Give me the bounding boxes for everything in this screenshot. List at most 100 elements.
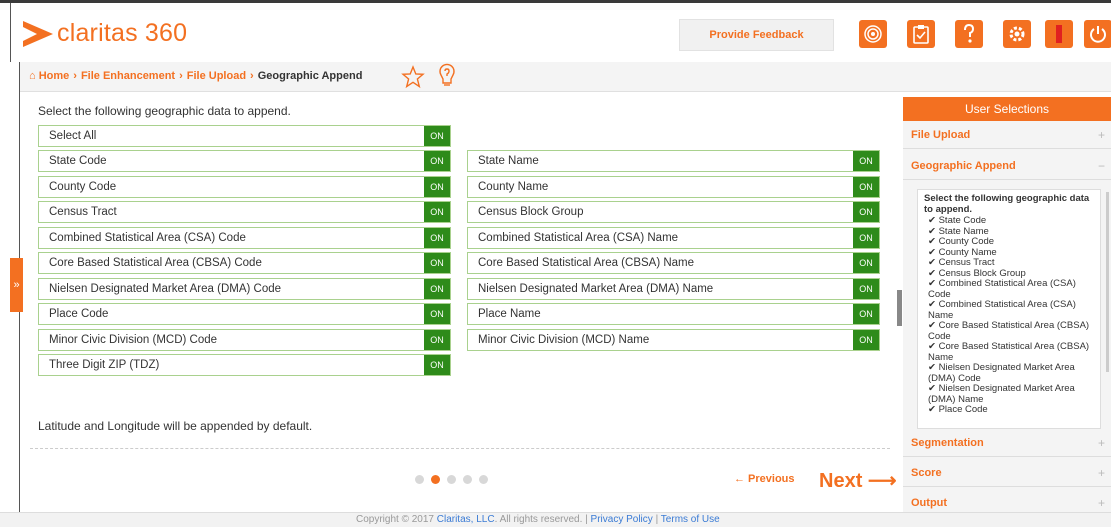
on-switch[interactable]: ON	[853, 202, 879, 222]
on-switch[interactable]: ON	[424, 228, 450, 248]
option-label: Census Tract	[49, 206, 117, 218]
option-dma-code[interactable]: Nielsen Designated Market Area (DMA) Cod…	[38, 278, 451, 300]
step-dot[interactable]	[415, 475, 424, 484]
on-switch[interactable]: ON	[424, 151, 450, 171]
breadcrumb-bar: ⌂ Home › File Enhancement › File Upload …	[19, 62, 1111, 92]
option-place-name[interactable]: Place Name ON	[467, 303, 880, 325]
option-cbsa-name[interactable]: Core Based Statistical Area (CBSA) Name …	[467, 252, 880, 274]
selection-item: ✔ State Code	[928, 215, 987, 226]
on-switch[interactable]: ON	[853, 330, 879, 350]
option-label: Combined Statistical Area (CSA) Code	[49, 232, 246, 244]
option-label: Place Code	[49, 308, 109, 320]
section-label: Segmentation	[911, 436, 984, 449]
on-switch[interactable]: ON	[853, 304, 879, 324]
step-dot-active[interactable]	[431, 475, 440, 484]
power-icon[interactable]	[1084, 20, 1111, 48]
select-all-toggle[interactable]: Select All ON	[38, 125, 451, 147]
selection-item: ✔ Nielsen Designated Market Area (DMA) N…	[928, 383, 1075, 405]
selection-item: ✔ Nielsen Designated Market Area (DMA) C…	[928, 362, 1075, 384]
on-switch[interactable]: ON	[853, 279, 879, 299]
option-label: Place Name	[478, 308, 541, 320]
breadcrumb-home[interactable]: ⌂ Home	[29, 70, 69, 82]
breadcrumb-separator: ›	[250, 70, 254, 82]
option-tdz[interactable]: Three Digit ZIP (TDZ) ON	[38, 354, 451, 376]
section-score[interactable]: Score +	[903, 459, 1111, 487]
on-switch[interactable]: ON	[853, 253, 879, 273]
option-state-code[interactable]: State Code ON	[38, 150, 451, 172]
on-switch[interactable]: ON	[853, 177, 879, 197]
option-county-name[interactable]: County Name ON	[467, 176, 880, 198]
option-mcd-code[interactable]: Minor Civic Division (MCD) Code ON	[38, 329, 451, 351]
copyright: Copyright © 2017	[356, 514, 434, 525]
on-switch[interactable]: ON	[424, 330, 450, 350]
logo-mark-icon	[23, 20, 55, 47]
gear-icon[interactable]	[1003, 20, 1031, 48]
step-dot[interactable]	[463, 475, 472, 484]
logo-text: claritas 360	[57, 19, 188, 47]
on-switch[interactable]: ON	[424, 202, 450, 222]
previous-button[interactable]: ← Previous	[734, 473, 795, 485]
on-switch[interactable]: ON	[853, 228, 879, 248]
help-icon[interactable]	[955, 20, 983, 48]
home-icon: ⌂	[29, 70, 36, 82]
breadcrumb-file-upload[interactable]: File Upload	[187, 70, 246, 82]
section-geographic-append[interactable]: Geographic Append −	[903, 152, 1111, 180]
provide-feedback-button[interactable]: Provide Feedback	[679, 19, 834, 51]
expand-icon: +	[1097, 465, 1105, 480]
favorite-star-icon[interactable]	[401, 65, 425, 94]
selection-item: ✔ Place Code	[928, 404, 988, 415]
on-switch[interactable]: ON	[424, 355, 450, 375]
selection-scrollbar[interactable]	[1106, 192, 1109, 372]
company-link[interactable]: Claritas, LLC	[437, 514, 495, 525]
divider	[30, 448, 890, 449]
option-label: Combined Statistical Area (CSA) Name	[478, 232, 679, 244]
clipboard-icon[interactable]	[907, 20, 935, 48]
selection-item: ✔ Core Based Statistical Area (CBSA) Nam…	[928, 341, 1090, 363]
help-bulb-icon[interactable]	[435, 63, 459, 94]
target-icon[interactable]	[859, 20, 887, 48]
option-label: Census Block Group	[478, 206, 584, 218]
user-selections-panel: User Selections File Upload + Geographic…	[903, 97, 1111, 517]
option-dma-name[interactable]: Nielsen Designated Market Area (DMA) Nam…	[467, 278, 880, 300]
form-intro: Select the following geographic data to …	[38, 104, 291, 118]
privacy-policy-link[interactable]: Privacy Policy	[591, 514, 653, 525]
option-label: County Code	[49, 181, 117, 193]
option-csa-code[interactable]: Combined Statistical Area (CSA) Code ON	[38, 227, 451, 249]
alert-icon[interactable]	[1045, 20, 1073, 48]
expand-icon: +	[1097, 435, 1105, 450]
breadcrumb-separator: ›	[73, 70, 77, 82]
logo[interactable]: claritas 360	[23, 19, 187, 48]
next-button[interactable]: Next ⟶	[819, 468, 897, 493]
option-census-tract[interactable]: Census Tract ON	[38, 201, 451, 223]
terms-of-use-link[interactable]: Terms of Use	[661, 514, 720, 525]
option-label: Three Digit ZIP (TDZ)	[49, 359, 160, 371]
section-label: Geographic Append	[911, 159, 1016, 172]
step-dot[interactable]	[479, 475, 488, 484]
breadcrumb-file-enhancement[interactable]: File Enhancement	[81, 70, 175, 82]
breadcrumb-separator: ›	[179, 70, 183, 82]
selection-item: ✔ County Code	[928, 236, 995, 247]
option-county-code[interactable]: County Code ON	[38, 176, 451, 198]
option-census-block-group[interactable]: Census Block Group ON	[467, 201, 880, 223]
breadcrumb-current: Geographic Append	[257, 70, 363, 82]
option-csa-name[interactable]: Combined Statistical Area (CSA) Name ON	[467, 227, 880, 249]
option-state-name[interactable]: State Name ON	[467, 150, 880, 172]
footer-separator: |	[655, 514, 659, 525]
on-switch[interactable]: ON	[424, 279, 450, 299]
section-file-upload[interactable]: File Upload +	[903, 121, 1111, 149]
on-switch[interactable]: ON	[424, 304, 450, 324]
collapse-icon: −	[1097, 158, 1105, 173]
section-segmentation[interactable]: Segmentation +	[903, 429, 1111, 457]
expand-left-panel-icon[interactable]: »	[10, 258, 23, 312]
on-switch[interactable]: ON	[853, 151, 879, 171]
user-selections-title: User Selections	[903, 97, 1111, 121]
on-switch[interactable]: ON	[424, 177, 450, 197]
option-mcd-name[interactable]: Minor Civic Division (MCD) Name ON	[467, 329, 880, 351]
step-dot[interactable]	[447, 475, 456, 484]
option-label: Minor Civic Division (MCD) Code	[49, 334, 218, 346]
on-switch[interactable]: ON	[424, 253, 450, 273]
option-place-code[interactable]: Place Code ON	[38, 303, 451, 325]
option-cbsa-code[interactable]: Core Based Statistical Area (CBSA) Code …	[38, 252, 451, 274]
collapse-right-panel-handle[interactable]	[897, 290, 902, 326]
on-switch[interactable]: ON	[424, 126, 450, 146]
